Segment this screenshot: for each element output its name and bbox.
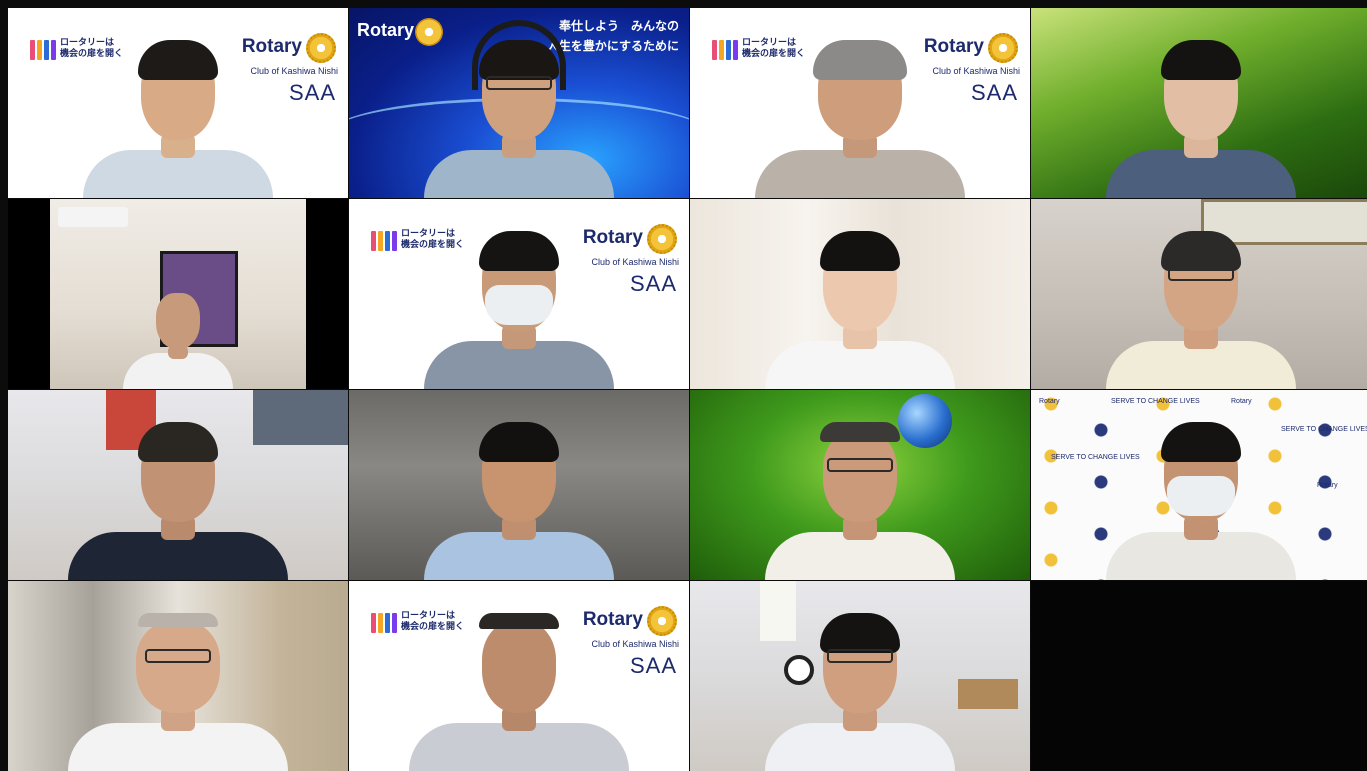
backdrop-text: SERVE TO CHANGE LIVES (1111, 398, 1200, 405)
participant-video (760, 231, 960, 389)
participant-tile-15[interactable] (690, 581, 1030, 771)
participant-video (409, 613, 629, 771)
rotary-door-logo-icon (712, 40, 738, 60)
participant-video (68, 613, 288, 771)
rotary-wheel-icon (647, 606, 677, 636)
participant-tile-1[interactable]: ロータリーは 機会の扉を開く Rotary Club of Kashiwa Ni… (8, 8, 348, 198)
shelf-box (958, 679, 1018, 709)
participant-tile-6[interactable]: ロータリーは 機会の扉を開く Rotary Club of Kashiwa Ni… (349, 199, 689, 389)
participant-video (760, 613, 960, 771)
participant-video (98, 279, 258, 389)
rotary-door-logo-icon (371, 231, 397, 251)
rotary-door-logo-icon (30, 40, 56, 60)
participant-tile-2[interactable]: Rotary 奉仕しよう みんなの 人生を豊かにするために (349, 8, 689, 198)
participant-tile-8[interactable] (1031, 199, 1367, 389)
participant-video (1101, 422, 1301, 580)
participant-video (68, 422, 288, 580)
participant-video (419, 20, 619, 198)
rotary-door-logo-icon (371, 613, 397, 633)
participant-tile-11[interactable] (690, 390, 1030, 580)
participant-tile-4[interactable] (1031, 8, 1367, 198)
air-conditioner (58, 207, 128, 227)
participant-tile-3[interactable]: ロータリーは 機会の扉を開く Rotary Club of Kashiwa Ni… (690, 8, 1030, 198)
participant-video (1101, 231, 1301, 389)
banner-rotary-wordmark: Rotary (357, 20, 415, 40)
empty-tile (1031, 581, 1367, 771)
participant-tile-5[interactable] (8, 199, 348, 389)
rotary-wheel-icon (306, 33, 336, 63)
participant-tile-12[interactable]: Rotary SERVE TO CHANGE LIVES Rotary SERV… (1031, 390, 1367, 580)
participant-video (419, 422, 619, 580)
saa-label: SAA (288, 80, 336, 105)
saa-label: SAA (629, 653, 677, 678)
rotary-wheel-icon (415, 18, 443, 46)
backdrop-text: Rotary (1039, 398, 1060, 405)
participant-tile-9[interactable] (8, 390, 348, 580)
participant-tile-7[interactable] (690, 199, 1030, 389)
participant-video (78, 40, 278, 198)
participant-tile-13[interactable] (8, 581, 348, 771)
rotary-wheel-icon (988, 33, 1018, 63)
video-gallery-grid: ロータリーは 機会の扉を開く Rotary Club of Kashiwa Ni… (8, 8, 1367, 771)
participant-video (760, 422, 960, 580)
participant-video (419, 231, 619, 389)
rotary-wheel-icon (647, 224, 677, 254)
participant-tile-10[interactable] (349, 390, 689, 580)
participant-video (1101, 40, 1301, 198)
participant-tile-14[interactable]: ロータリーは 機会の扉を開く Rotary Club of Kashiwa Ni… (349, 581, 689, 771)
backdrop-text: Rotary (1231, 398, 1252, 405)
participant-video (750, 40, 970, 198)
saa-label: SAA (629, 271, 677, 296)
backdrop-text: Rotary (1317, 482, 1338, 489)
saa-label: SAA (970, 80, 1018, 105)
